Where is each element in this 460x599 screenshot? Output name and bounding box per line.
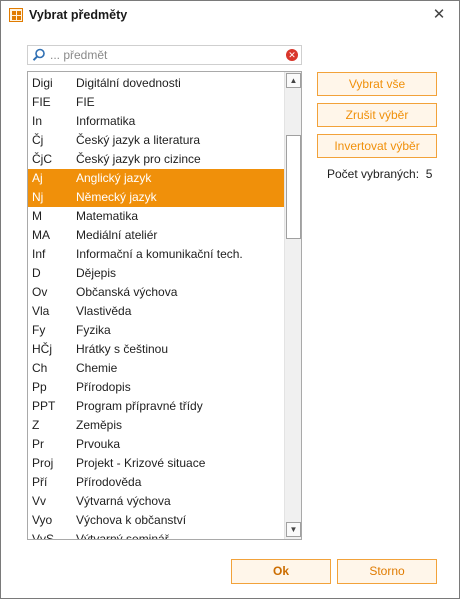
subject-abbreviation: Inf	[32, 247, 46, 261]
list-item[interactable]: Pr Prvouka	[28, 435, 284, 454]
list-item[interactable]: Pří Přírodověda	[28, 473, 284, 492]
close-icon[interactable]: ✕	[429, 6, 449, 24]
list-item[interactable]: Čj Český jazyk a literatura	[28, 131, 284, 150]
subject-name: Občanská výchova	[76, 285, 178, 299]
subject-name: Mediální ateliér	[76, 228, 158, 242]
scroll-up-icon[interactable]: ▲	[286, 73, 301, 88]
ok-button[interactable]: Ok	[231, 559, 331, 584]
subject-name: Hrátky s češtinou	[76, 342, 169, 356]
list-item[interactable]: VvS Výtvarný seminář	[28, 530, 284, 540]
list-item[interactable]: Vv Výtvarná výchova	[28, 492, 284, 511]
subject-abbreviation: Pp	[32, 380, 47, 394]
list-item[interactable]: MA Mediální ateliér	[28, 226, 284, 245]
list-item[interactable]: Vla Vlastivěda	[28, 302, 284, 321]
subject-abbreviation: Pří	[32, 475, 48, 489]
subject-abbreviation: Vyo	[32, 513, 53, 527]
subject-abbreviation: Z	[32, 418, 40, 432]
select-all-button[interactable]: Vybrat vše	[317, 72, 437, 96]
subject-abbreviation: HČj	[32, 342, 52, 356]
subject-name: Matematika	[76, 209, 139, 223]
subject-name: Dějepis	[76, 266, 117, 280]
dialog-title: Vybrat předměty	[29, 8, 128, 22]
subject-name: Fyzika	[76, 323, 111, 337]
subject-name: Zeměpis	[76, 418, 123, 432]
select-subjects-dialog: Vybrat předměty ✕ ✕ Digi Digitální dovedn…	[0, 0, 460, 599]
subject-abbreviation: M	[32, 209, 42, 223]
selected-count-value: 5	[425, 167, 433, 181]
list-item[interactable]: Fy Fyzika	[28, 321, 284, 340]
subject-name: Projekt - Krizové situace	[76, 456, 206, 470]
search-input[interactable]	[50, 47, 275, 63]
list-item[interactable]: Z Zeměpis	[28, 416, 284, 435]
list-item[interactable]: Nj Německý jazyk	[28, 188, 284, 207]
subject-abbreviation: MA	[32, 228, 50, 242]
list-item[interactable]: PPT Program přípravné třídy	[28, 397, 284, 416]
cancel-button[interactable]: Storno	[337, 559, 437, 584]
subject-name: Český jazyk pro cizince	[76, 152, 201, 166]
scroll-down-icon[interactable]: ▼	[286, 522, 301, 537]
subject-name: Německý jazyk	[76, 190, 157, 204]
list-item[interactable]: Digi Digitální dovednosti	[28, 74, 284, 93]
subject-name: Přírodopis	[76, 380, 131, 394]
subject-name: Anglický jazyk	[76, 171, 152, 185]
list-item[interactable]: Inf Informační a komunikační tech.	[28, 245, 284, 264]
app-grid-icon	[9, 8, 23, 22]
subject-abbreviation: Ch	[32, 361, 48, 375]
subject-name: Informační a komunikační tech.	[76, 247, 243, 261]
clear-selection-button[interactable]: Zrušit výběr	[317, 103, 437, 127]
subject-abbreviation: Aj	[32, 171, 43, 185]
scrollbar[interactable]: ▲ ▼	[284, 72, 301, 539]
subject-abbreviation: Fy	[32, 323, 46, 337]
subject-abbreviation: PPT	[32, 399, 56, 413]
scrollbar-thumb[interactable]	[286, 135, 301, 239]
subject-name: Český jazyk a literatura	[76, 133, 201, 147]
list-item[interactable]: D Dějepis	[28, 264, 284, 283]
subject-abbreviation: VvS	[32, 532, 55, 540]
subject-name: Přírodověda	[76, 475, 142, 489]
list-item[interactable]: ČjC Český jazyk pro cizince	[28, 150, 284, 169]
subject-name: Vlastivěda	[76, 304, 132, 318]
subject-abbreviation: Digi	[32, 76, 53, 90]
list-item[interactable]: Pp Přírodopis	[28, 378, 284, 397]
subject-abbreviation: Nj	[32, 190, 44, 204]
list-item[interactable]: M Matematika	[28, 207, 284, 226]
subject-abbreviation: D	[32, 266, 41, 280]
list-item[interactable]: Ov Občanská výchova	[28, 283, 284, 302]
subject-list[interactable]: Digi Digitální dovednosti FIE FIE In Informat…	[27, 71, 302, 540]
subject-name: Program přípravné třídy	[76, 399, 203, 413]
search-box[interactable]: ✕	[27, 45, 302, 65]
selected-count-label: Počet vybraných:	[327, 167, 420, 181]
list-item[interactable]: In Informatika	[28, 112, 284, 131]
list-item[interactable]: HČj Hrátky s češtinou	[28, 340, 284, 359]
subject-name: Digitální dovednosti	[76, 76, 181, 90]
subject-abbreviation: Čj	[32, 133, 44, 147]
subject-abbreviation: ČjC	[32, 152, 52, 166]
list-item[interactable]: Ch Chemie	[28, 359, 284, 378]
subject-name: Prvouka	[76, 437, 121, 451]
title-bar: Vybrat předměty ✕	[1, 1, 459, 29]
list-item[interactable]: FIE FIE	[28, 93, 284, 112]
subject-abbreviation: Proj	[32, 456, 54, 470]
subject-name: Informatika	[76, 114, 136, 128]
subject-name: Výchova k občanství	[76, 513, 187, 527]
subject-name: Výtvarný seminář	[76, 532, 169, 540]
subject-abbreviation: FIE	[32, 95, 51, 109]
invert-selection-button[interactable]: Invertovat výběr	[317, 134, 437, 158]
subject-rows: Digi Digitální dovednosti FIE FIE In Informat…	[28, 74, 284, 540]
subject-abbreviation: Pr	[32, 437, 44, 451]
subject-abbreviation: Vla	[32, 304, 50, 318]
search-icon	[32, 48, 45, 61]
subject-name: FIE	[76, 95, 95, 109]
list-item[interactable]: Vyo Výchova k občanství	[28, 511, 284, 530]
list-item[interactable]: Aj Anglický jazyk	[28, 169, 284, 188]
subject-abbreviation: In	[32, 114, 43, 128]
clear-search-icon[interactable]: ✕	[286, 49, 298, 61]
subject-abbreviation: Vv	[32, 494, 47, 508]
selected-count: Počet vybraných: 5	[327, 167, 432, 181]
subject-name: Výtvarná výchova	[76, 494, 171, 508]
subject-abbreviation: Ov	[32, 285, 48, 299]
subject-name: Chemie	[76, 361, 118, 375]
list-item[interactable]: Proj Projekt - Krizové situace	[28, 454, 284, 473]
